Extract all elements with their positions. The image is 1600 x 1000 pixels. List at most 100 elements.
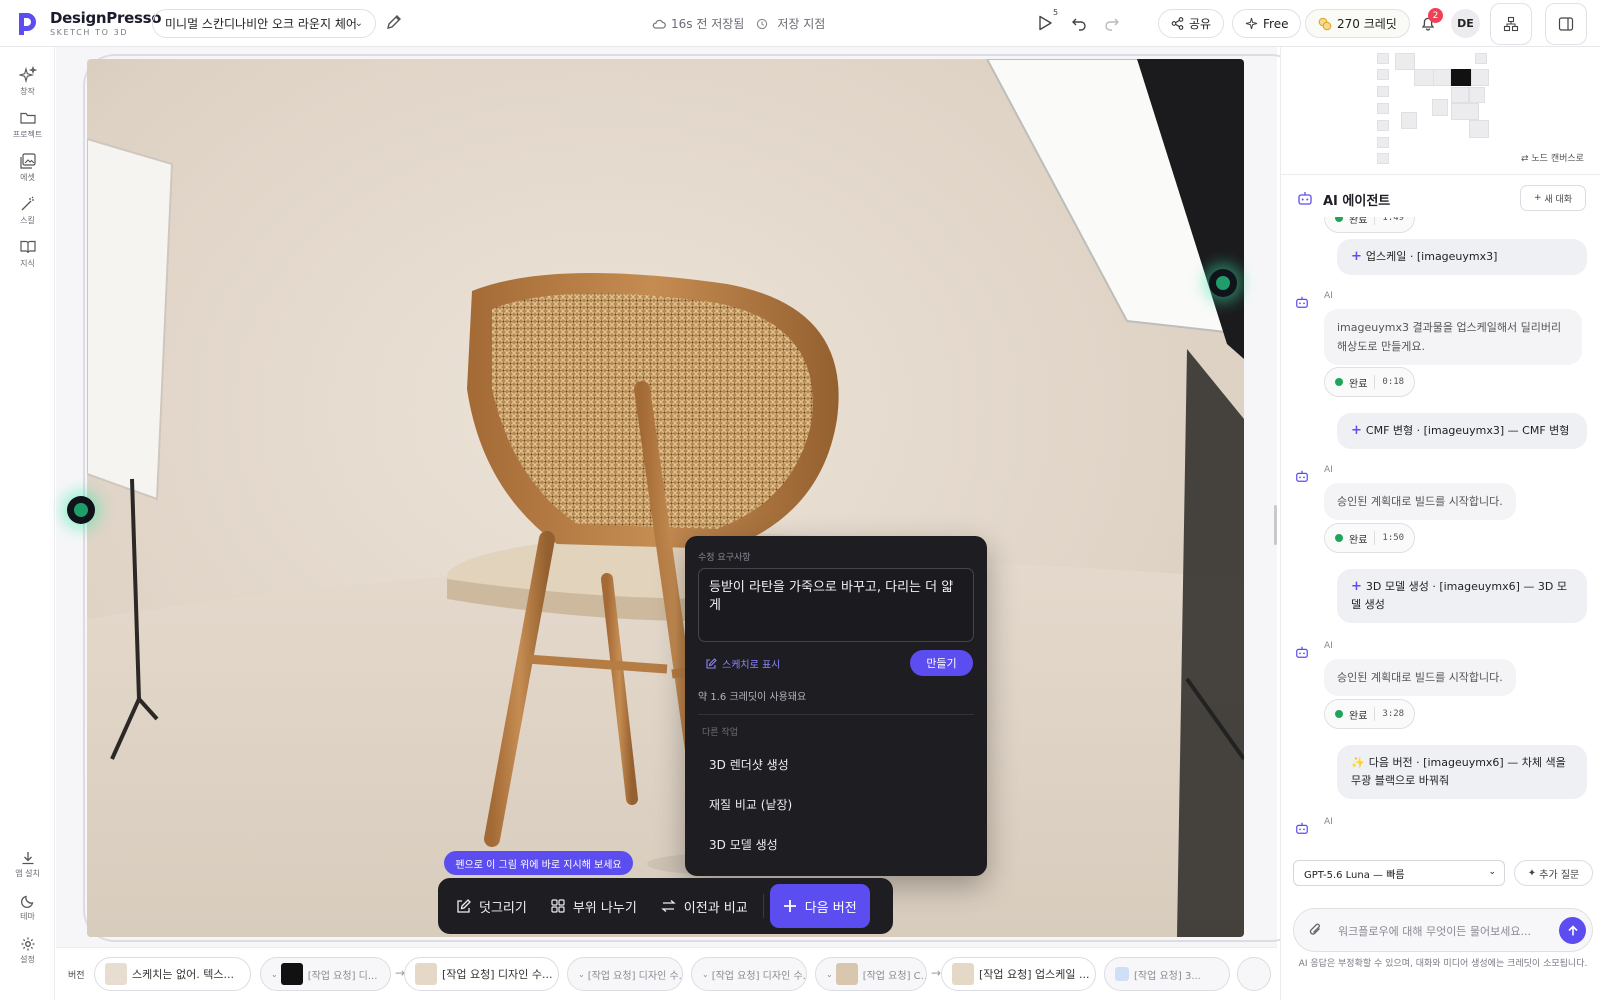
version-chip[interactable]: 스케치는 없어. 텍스... — [94, 957, 251, 991]
ai-message: imageuymx3 결과물을 업스케일해서 딜리버리 해상도로 만들게요. — [1324, 309, 1582, 365]
version-thumbnail — [280, 963, 303, 985]
status-label: 완료 — [1349, 534, 1368, 546]
chat-composer[interactable]: 워크플로우에 대해 무엇이든 물어보세요... — [1293, 908, 1593, 952]
chat-history[interactable]: 완료 1:49 + 업스케일 · [imageuymx3] AI imageuymx… — [1281, 217, 1600, 872]
edit-square-icon — [457, 898, 471, 913]
rail-label: 설정 — [20, 955, 35, 964]
canvas-action-bar: 덧그리기 부위 나누기 이전과 비교 다음 버전 — [438, 878, 893, 934]
plus-icon — [783, 900, 796, 912]
user-message-text: 업스케일 · [imageuymx3] — [1365, 250, 1498, 263]
node-connector-left[interactable] — [67, 496, 95, 524]
compare-previous-label: 이전과 비교 — [683, 900, 748, 916]
rail-label: 앱 설치 — [15, 869, 40, 878]
rail-item-projects[interactable]: 프로젝트 — [0, 109, 55, 140]
node-canvas-link-label: 노드 캔버스로 — [1531, 154, 1584, 164]
node-view-button[interactable] — [1490, 3, 1532, 45]
node-connector-right[interactable] — [1209, 269, 1237, 297]
undo-button[interactable] — [1068, 12, 1090, 34]
avatar[interactable]: DE — [1451, 9, 1480, 38]
version-chip-overflow[interactable] — [1237, 957, 1271, 991]
draw-over-button[interactable]: 덧그리기 — [444, 884, 539, 928]
status-label: 완료 — [1349, 217, 1368, 226]
ai-tag: AI — [1324, 817, 1333, 827]
split-parts-label: 부위 나누기 — [572, 900, 637, 916]
image-stack-icon — [19, 153, 36, 169]
elapsed-time: 3:28 — [1382, 709, 1405, 719]
version-chip-label: [작업 요청] 디자인 수... — [711, 970, 807, 982]
version-chip[interactable]: ⌄ [작업 요청] C... — [815, 957, 927, 991]
next-version-button[interactable]: 다음 버전 — [769, 884, 870, 928]
rail-label: 스킬 — [20, 216, 35, 225]
redo-icon — [1105, 18, 1119, 31]
split-parts-button[interactable]: 부위 나누기 — [539, 884, 649, 928]
sketch-mode-label: 스케치로 표시 — [722, 660, 781, 671]
chair-render-image[interactable] — [87, 59, 1244, 937]
rail-item-knowledge[interactable]: 지식 — [0, 238, 55, 269]
paperclip-icon[interactable] — [1308, 922, 1324, 938]
sparkle-icon — [1245, 17, 1258, 30]
edit-request-input[interactable]: 등받이 라탄을 가죽으로 바꾸고, 다리는 더 얇게 — [698, 568, 974, 642]
canvas[interactable] — [56, 47, 1303, 947]
user-message: + 업스케일 · [imageuymx3] — [1337, 239, 1587, 275]
minimap[interactable]: ⇄ 노드 캔버스로 — [1281, 47, 1600, 175]
version-chip[interactable]: ⌄ [작업 요청] 디... — [260, 957, 391, 991]
add-question-button[interactable]: ✦ 추가 질문 — [1514, 860, 1593, 886]
status-pill: 완료 1:50 — [1324, 523, 1416, 553]
credits-label: 270 크레딧 — [1337, 17, 1397, 31]
user-message: +3D 모델 생성 · [imageuymx6] — 3D 모델 생성 — [1337, 569, 1587, 623]
version-chip-label: [작업 요청] 디자인 수... — [587, 970, 683, 982]
chevron-down-icon: ⌄ — [826, 969, 833, 979]
rail-label: 테마 — [20, 912, 35, 921]
compare-previous-button[interactable]: 이전과 비교 — [649, 884, 760, 928]
project-selector[interactable]: 미니멀 스칸디나비안 오크 라운지 체어 ⌄ — [152, 9, 376, 38]
new-chat-button[interactable]: + 새 대화 — [1520, 185, 1586, 211]
share-button[interactable]: 공유 — [1158, 9, 1225, 38]
node-canvas-link[interactable]: ⇄ 노드 캔버스로 — [1521, 151, 1584, 164]
user-message: + CMF 변형 · [imageuymx3] — CMF 변형 — [1337, 413, 1587, 449]
robot-icon — [1298, 192, 1312, 205]
success-dot — [1335, 710, 1343, 718]
plan-button[interactable]: Free — [1232, 9, 1302, 38]
gear-icon — [21, 937, 34, 951]
rail-item-settings[interactable]: 설정 — [0, 936, 55, 965]
save-point-link[interactable]: 저장 지점 — [777, 15, 825, 32]
version-chip[interactable]: ⌄ [작업 요청] 디자인 수... — [691, 957, 807, 991]
play-count: 5 — [1053, 8, 1059, 17]
version-chip[interactable]: [작업 요청] 디자인 수... — [404, 957, 559, 991]
swap-arrows-icon — [660, 900, 676, 912]
status-label: 완료 — [1349, 710, 1368, 722]
hierarchy-icon — [1503, 16, 1519, 32]
ai-tag: AI — [1324, 641, 1333, 651]
credits-button[interactable]: 270 크레딧 — [1305, 9, 1410, 38]
model-select[interactable]: GPT-5.6 Luna — 빠름 ⌄ — [1293, 860, 1505, 886]
rail-item-skills[interactable]: 스킬 — [0, 195, 55, 226]
version-chip[interactable]: [작업 요청] 업스케일 ... — [941, 957, 1096, 991]
draw-over-label: 덧그리기 — [479, 900, 527, 916]
wand-icon — [21, 196, 34, 211]
chevron-down-icon: ⌄ — [578, 969, 585, 979]
panel-resize-handle[interactable] — [1274, 505, 1277, 545]
agent-header: AI 에이전트 + 새 대화 — [1281, 185, 1600, 215]
redo-button[interactable] — [1101, 12, 1123, 34]
send-button[interactable] — [1559, 917, 1586, 944]
task-item-render-shot[interactable]: 3D 렌더샷 생성 — [709, 756, 789, 773]
pencil-icon[interactable] — [385, 14, 403, 32]
make-button[interactable]: 만들기 — [910, 650, 973, 676]
rail-item-create[interactable]: 창작 — [0, 66, 55, 97]
version-strip: 버전 스케치는 없어. 텍스... ⌄ [작업 요청] 디... → [작업 요… — [56, 947, 1277, 1000]
moon-icon — [20, 895, 33, 909]
app-logo[interactable]: DesignPresso SKETCH TO 3D — [12, 8, 162, 38]
history-icon[interactable] — [756, 18, 768, 30]
rail-item-install[interactable]: 앱 설치 — [0, 850, 55, 879]
version-chip[interactable]: ⌄ [작업 요청] 디자인 수... — [567, 957, 683, 991]
version-thumbnail — [835, 963, 858, 985]
task-item-material-compare[interactable]: 재질 비교 (낱장) — [709, 796, 792, 813]
toggle-panel-button[interactable] — [1545, 3, 1587, 45]
version-chip[interactable]: [작업 요청] 3... — [1104, 957, 1230, 991]
rail-item-theme[interactable]: 테마 — [0, 893, 55, 922]
task-item-3d-model[interactable]: 3D 모델 생성 — [709, 836, 778, 853]
sketch-mode-link[interactable]: 스케치로 표시 — [705, 656, 780, 671]
version-thumbnail — [415, 963, 437, 985]
ai-disclaimer: AI 응답은 부정확할 수 있으며, 대화와 미디어 생성에는 크레딧이 소모됩… — [1298, 959, 1588, 969]
rail-item-assets[interactable]: 에셋 — [0, 152, 55, 183]
